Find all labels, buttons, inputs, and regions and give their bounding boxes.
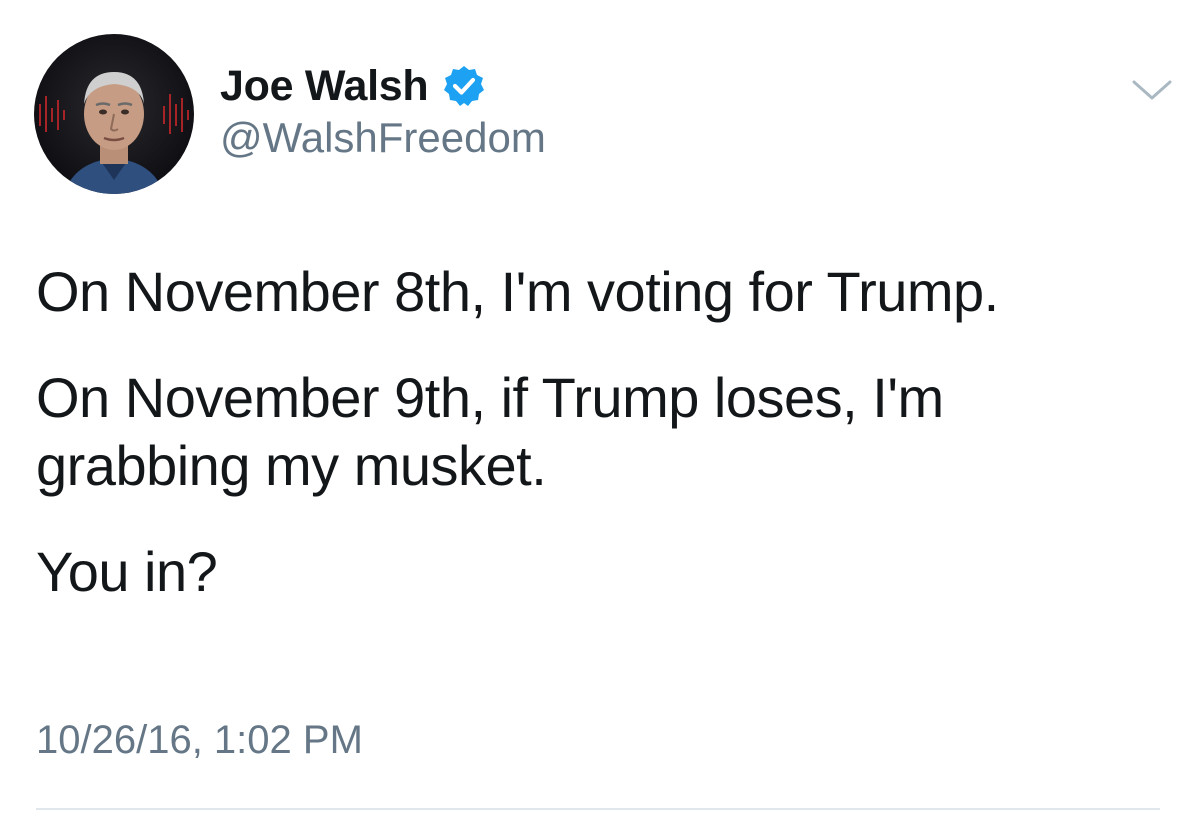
display-name[interactable]: Joe Walsh [220,62,429,111]
chevron-down-icon[interactable] [1130,78,1174,102]
tweet-timestamp[interactable]: 10/26/16, 1:02 PM [36,718,363,763]
author-handle[interactable]: @WalshFreedom [220,114,546,162]
divider [36,808,1160,810]
tweet-paragraph: On November 9th, if Trump loses, I'm gra… [36,366,944,497]
tweet-card: Joe Walsh @WalshFreedom On November 8th,… [0,0,1200,820]
tweet-text: On November 8th, I'm voting for Trump. O… [36,258,1166,644]
tweet-paragraph: You in? [36,540,218,603]
verified-badge-icon [442,64,486,108]
avatar[interactable] [34,34,194,194]
author-name-row[interactable]: Joe Walsh [220,56,486,116]
avatar-photo [34,34,194,194]
tweet-paragraph: On November 8th, I'm voting for Trump. [36,260,999,323]
